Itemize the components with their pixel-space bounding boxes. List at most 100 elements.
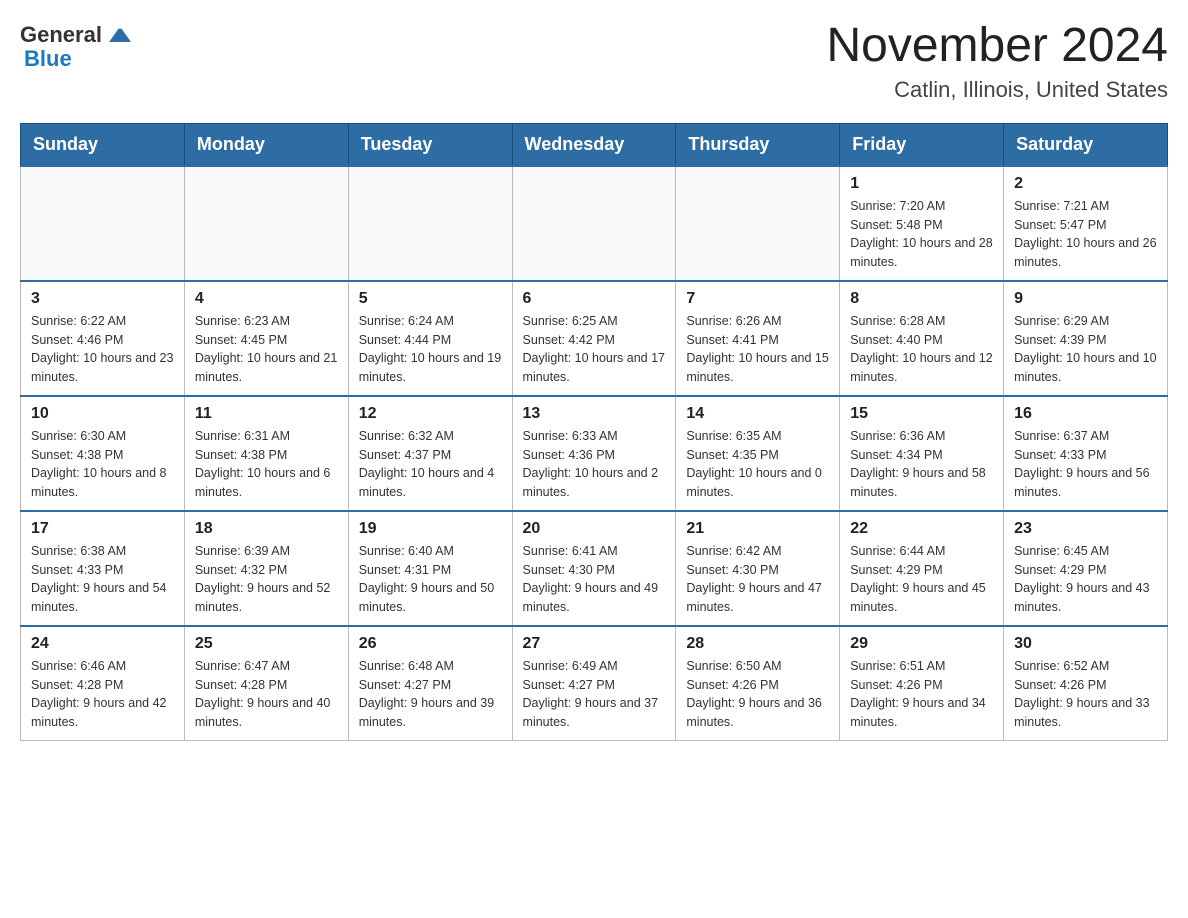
calendar-cell (676, 166, 840, 281)
day-number: 18 (195, 520, 338, 538)
logo-icon (104, 20, 134, 50)
day-info: Sunrise: 6:48 AMSunset: 4:27 PMDaylight:… (359, 657, 502, 732)
logo-general-text: General (20, 22, 102, 48)
day-info: Sunrise: 6:50 AMSunset: 4:26 PMDaylight:… (686, 657, 829, 732)
day-number: 12 (359, 405, 502, 423)
calendar-cell: 27 Sunrise: 6:49 AMSunset: 4:27 PMDayligh… (512, 626, 676, 741)
day-header-monday: Monday (184, 123, 348, 166)
day-info: Sunrise: 6:22 AMSunset: 4:46 PMDaylight:… (31, 312, 174, 387)
calendar-cell: 6 Sunrise: 6:25 AMSunset: 4:42 PMDaylight… (512, 281, 676, 396)
calendar-cell: 20Sunrise: 6:41 AMSunset: 4:30 PMDayligh… (512, 511, 676, 626)
day-number: 29 (850, 635, 993, 653)
calendar-cell: 21Sunrise: 6:42 AMSunset: 4:30 PMDayligh… (676, 511, 840, 626)
header-row: SundayMondayTuesdayWednesdayThursdayFrid… (21, 123, 1168, 166)
day-info: Sunrise: 6:46 AMSunset: 4:28 PMDaylight:… (31, 657, 174, 732)
week-row-1: 1Sunrise: 7:20 AMSunset: 5:48 PMDaylight… (21, 166, 1168, 281)
calendar-cell: 22Sunrise: 6:44 AMSunset: 4:29 PMDayligh… (840, 511, 1004, 626)
day-number: 7 (686, 290, 829, 308)
calendar-cell: 19Sunrise: 6:40 AMSunset: 4:31 PMDayligh… (348, 511, 512, 626)
day-info: Sunrise: 6:23 AMSunset: 4:45 PMDaylight:… (195, 312, 338, 387)
day-number: 28 (686, 635, 829, 653)
calendar-cell: 28 Sunrise: 6:50 AMSunset: 4:26 PMDayligh… (676, 626, 840, 741)
day-header-friday: Friday (840, 123, 1004, 166)
logo-blue-text: Blue (24, 46, 72, 72)
day-info: Sunrise: 6:30 AMSunset: 4:38 PMDaylight:… (31, 427, 174, 502)
day-number: 24 (31, 635, 174, 653)
calendar-cell (512, 166, 676, 281)
page-header: General Blue November 2024 Catlin, Illin… (20, 20, 1168, 103)
day-info: Sunrise: 6:49 AMSunset: 4:27 PMDaylight:… (523, 657, 666, 732)
day-header-wednesday: Wednesday (512, 123, 676, 166)
calendar-cell (184, 166, 348, 281)
day-number: 6 (523, 290, 666, 308)
calendar-cell: 17Sunrise: 6:38 AMSunset: 4:33 PMDayligh… (21, 511, 185, 626)
calendar-cell: 26Sunrise: 6:48 AMSunset: 4:27 PMDayligh… (348, 626, 512, 741)
title-block: November 2024 Catlin, Illinois, United S… (826, 20, 1168, 103)
day-number: 22 (850, 520, 993, 538)
day-info: Sunrise: 6:24 AMSunset: 4:44 PMDaylight:… (359, 312, 502, 387)
day-number: 16 (1014, 405, 1157, 423)
day-info: Sunrise: 6:38 AMSunset: 4:33 PMDaylight:… (31, 542, 174, 617)
calendar-cell: 1Sunrise: 7:20 AMSunset: 5:48 PMDaylight… (840, 166, 1004, 281)
calendar-table: SundayMondayTuesdayWednesdayThursdayFrid… (20, 123, 1168, 741)
day-number: 30 (1014, 635, 1157, 653)
day-info: Sunrise: 6:31 AMSunset: 4:38 PMDaylight:… (195, 427, 338, 502)
day-number: 23 (1014, 520, 1157, 538)
day-info: Sunrise: 6:25 AMSunset: 4:42 PMDaylight:… (523, 312, 666, 387)
day-number: 11 (195, 405, 338, 423)
day-number: 2 (1014, 175, 1157, 193)
day-info: Sunrise: 6:37 AMSunset: 4:33 PMDaylight:… (1014, 427, 1157, 502)
calendar-cell (348, 166, 512, 281)
calendar-cell: 15 Sunrise: 6:36 AMSunset: 4:34 PMDayligh… (840, 396, 1004, 511)
day-info: Sunrise: 6:45 AMSunset: 4:29 PMDaylight:… (1014, 542, 1157, 617)
day-header-tuesday: Tuesday (348, 123, 512, 166)
day-info: Sunrise: 6:39 AMSunset: 4:32 PMDaylight:… (195, 542, 338, 617)
day-info: Sunrise: 7:21 AMSunset: 5:47 PMDaylight:… (1014, 197, 1157, 272)
week-row-5: 24 Sunrise: 6:46 AMSunset: 4:28 PMDayligh… (21, 626, 1168, 741)
day-info: Sunrise: 6:36 AMSunset: 4:34 PMDaylight:… (850, 427, 993, 502)
day-number: 9 (1014, 290, 1157, 308)
day-number: 15 (850, 405, 993, 423)
day-info: Sunrise: 6:32 AMSunset: 4:37 PMDaylight:… (359, 427, 502, 502)
day-header-saturday: Saturday (1004, 123, 1168, 166)
day-info: Sunrise: 6:51 AMSunset: 4:26 PMDaylight:… (850, 657, 993, 732)
day-info: Sunrise: 6:28 AMSunset: 4:40 PMDaylight:… (850, 312, 993, 387)
calendar-cell: 24 Sunrise: 6:46 AMSunset: 4:28 PMDayligh… (21, 626, 185, 741)
calendar-cell: 5Sunrise: 6:24 AMSunset: 4:44 PMDaylight… (348, 281, 512, 396)
calendar-cell: 9Sunrise: 6:29 AMSunset: 4:39 PMDaylight… (1004, 281, 1168, 396)
day-info: Sunrise: 6:40 AMSunset: 4:31 PMDaylight:… (359, 542, 502, 617)
calendar-cell: 11 Sunrise: 6:31 AMSunset: 4:38 PMDayligh… (184, 396, 348, 511)
week-row-4: 17Sunrise: 6:38 AMSunset: 4:33 PMDayligh… (21, 511, 1168, 626)
calendar-cell: 13Sunrise: 6:33 AMSunset: 4:36 PMDayligh… (512, 396, 676, 511)
day-info: Sunrise: 6:26 AMSunset: 4:41 PMDaylight:… (686, 312, 829, 387)
week-row-3: 10 Sunrise: 6:30 AMSunset: 4:38 PMDayligh… (21, 396, 1168, 511)
day-header-sunday: Sunday (21, 123, 185, 166)
month-title: November 2024 (826, 20, 1168, 73)
calendar-cell: 29 Sunrise: 6:51 AMSunset: 4:26 PMDayligh… (840, 626, 1004, 741)
calendar-cell: 25 Sunrise: 6:47 AMSunset: 4:28 PMDayligh… (184, 626, 348, 741)
calendar-cell: 10 Sunrise: 6:30 AMSunset: 4:38 PMDayligh… (21, 396, 185, 511)
day-number: 4 (195, 290, 338, 308)
day-number: 20 (523, 520, 666, 538)
day-number: 25 (195, 635, 338, 653)
calendar-cell (21, 166, 185, 281)
day-info: Sunrise: 6:33 AMSunset: 4:36 PMDaylight:… (523, 427, 666, 502)
day-number: 27 (523, 635, 666, 653)
day-number: 14 (686, 405, 829, 423)
day-info: Sunrise: 6:47 AMSunset: 4:28 PMDaylight:… (195, 657, 338, 732)
calendar-cell: 7 Sunrise: 6:26 AMSunset: 4:41 PMDaylight… (676, 281, 840, 396)
calendar-cell: 8Sunrise: 6:28 AMSunset: 4:40 PMDaylight… (840, 281, 1004, 396)
week-row-2: 3Sunrise: 6:22 AMSunset: 4:46 PMDaylight… (21, 281, 1168, 396)
calendar-cell: 30Sunrise: 6:52 AMSunset: 4:26 PMDayligh… (1004, 626, 1168, 741)
logo: General Blue (20, 20, 134, 72)
calendar-cell: 16 Sunrise: 6:37 AMSunset: 4:33 PMDayligh… (1004, 396, 1168, 511)
day-number: 10 (31, 405, 174, 423)
day-header-thursday: Thursday (676, 123, 840, 166)
calendar-cell: 23 Sunrise: 6:45 AMSunset: 4:29 PMDayligh… (1004, 511, 1168, 626)
calendar-cell: 18 Sunrise: 6:39 AMSunset: 4:32 PMDayligh… (184, 511, 348, 626)
day-info: Sunrise: 6:42 AMSunset: 4:30 PMDaylight:… (686, 542, 829, 617)
calendar-cell: 2 Sunrise: 7:21 AMSunset: 5:47 PMDaylight… (1004, 166, 1168, 281)
calendar-cell: 4 Sunrise: 6:23 AMSunset: 4:45 PMDaylight… (184, 281, 348, 396)
day-info: Sunrise: 6:35 AMSunset: 4:35 PMDaylight:… (686, 427, 829, 502)
day-info: Sunrise: 7:20 AMSunset: 5:48 PMDaylight:… (850, 197, 993, 272)
